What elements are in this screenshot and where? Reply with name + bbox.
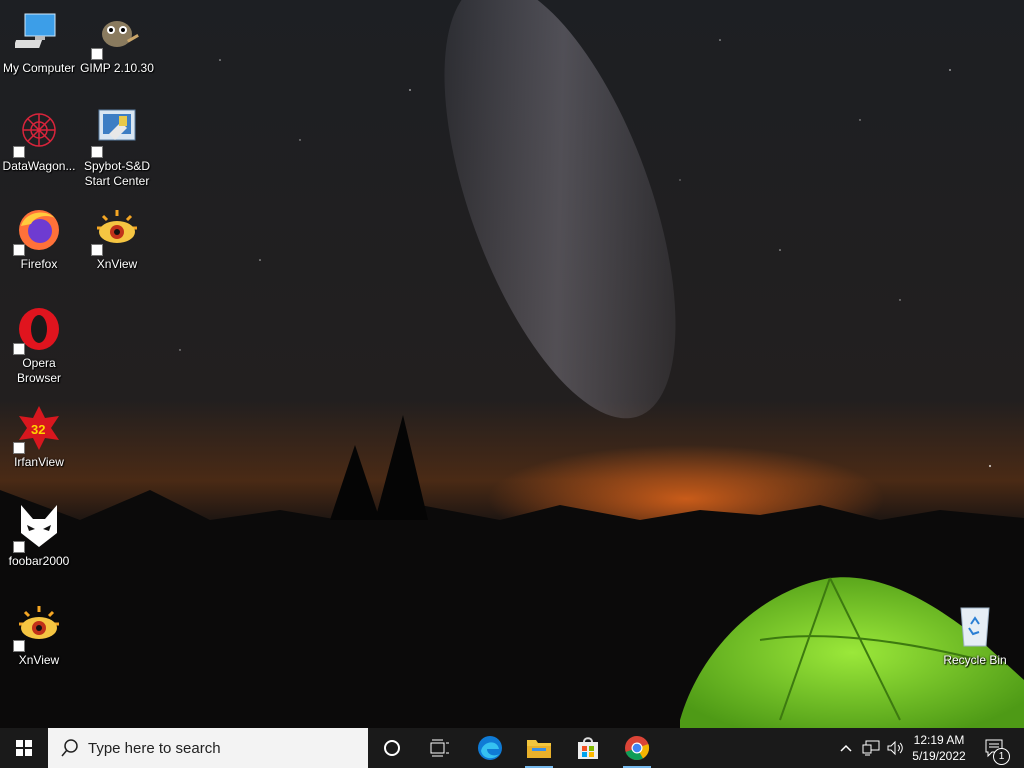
- cortana-button[interactable]: [372, 728, 412, 768]
- taskbar-app-chrome[interactable]: [617, 728, 657, 768]
- xnview-icon: [13, 602, 63, 652]
- chrome-icon: [625, 736, 650, 761]
- desktop-icon-gimp[interactable]: GIMP 2.10.30: [79, 10, 155, 76]
- notification-count-badge: 1: [993, 748, 1010, 765]
- shortcut-arrow-icon: [13, 244, 25, 256]
- volume-tray-button[interactable]: [884, 728, 906, 768]
- recycle-bin-icon: [951, 602, 999, 650]
- desktop-icon-xnview[interactable]: XnView: [79, 206, 155, 272]
- desktop-icon-my-computer[interactable]: My Computer: [1, 10, 77, 76]
- desktop-icon-foobar2000[interactable]: foobar2000: [1, 503, 77, 569]
- desktop-icon-irfanview[interactable]: 32 IrfanView: [1, 404, 77, 470]
- desktop-icon-label: Firefox: [20, 257, 58, 271]
- shortcut-arrow-icon: [13, 442, 25, 454]
- svg-text:32: 32: [31, 422, 45, 437]
- foobar-icon: [13, 503, 63, 553]
- search-placeholder: Type here to search: [88, 739, 221, 757]
- action-center-button[interactable]: 1: [978, 728, 1010, 768]
- speaker-icon: [887, 740, 903, 756]
- shortcut-arrow-icon: [13, 146, 25, 158]
- desktop-icon-spybot[interactable]: Spybot-S&D Start Center: [79, 108, 155, 189]
- shortcut-arrow-icon: [13, 640, 25, 652]
- file-explorer-icon: [527, 740, 551, 758]
- desktop-icon-label: XnView: [18, 653, 60, 667]
- desktop-icon-label: GIMP 2.10.30: [80, 61, 154, 75]
- show-hidden-icons-button[interactable]: [836, 728, 856, 768]
- taskbar: Type here to search 12:19 AM 5/19/2022 1: [0, 728, 1024, 768]
- desktop-icon-datawagon[interactable]: DataWagon...: [1, 108, 77, 174]
- datawagon-icon: [13, 108, 63, 158]
- desktop-icon-xnview-2[interactable]: XnView: [1, 602, 77, 668]
- desktop-icon-firefox[interactable]: Firefox: [1, 206, 77, 272]
- taskbar-search-box[interactable]: Type here to search: [48, 728, 368, 768]
- firefox-icon: [13, 206, 63, 256]
- start-button[interactable]: [0, 728, 48, 768]
- chevron-up-icon: [840, 744, 852, 752]
- store-icon: [578, 737, 598, 759]
- network-icon: [862, 740, 880, 756]
- task-view-icon: [430, 739, 449, 757]
- clock-date: 5/19/2022: [912, 749, 966, 763]
- shortcut-arrow-icon: [91, 48, 103, 60]
- computer-icon: [13, 10, 63, 58]
- desktop-icon-label: Recycle Bin: [943, 653, 1007, 667]
- shortcut-arrow-icon: [13, 541, 25, 553]
- desktop-icon-label: My Computer: [2, 61, 76, 75]
- desktop-icon-label: DataWagon...: [2, 159, 76, 173]
- taskbar-app-store[interactable]: [568, 728, 608, 768]
- task-view-button[interactable]: [420, 728, 460, 768]
- opera-icon: [13, 305, 63, 355]
- cortana-circle-icon: [384, 740, 400, 756]
- desktop: My Computer GIMP 2.10.30 DataWagon... Sp…: [0, 0, 1024, 728]
- shortcut-arrow-icon: [91, 244, 103, 256]
- desktop-icon-label: Spybot-S&D Start Center: [83, 159, 151, 188]
- clock-time: 12:19 AM: [913, 733, 965, 747]
- desktop-icon-label: Opera Browser: [16, 356, 61, 385]
- spybot-icon: [91, 108, 141, 158]
- desktop-icon-label: IrfanView: [14, 455, 64, 469]
- desktop-icon-opera[interactable]: Opera Browser: [1, 305, 77, 386]
- edge-icon: [478, 736, 502, 760]
- xnview-icon: [91, 206, 141, 256]
- search-icon: [61, 739, 78, 757]
- taskbar-app-file-explorer[interactable]: [519, 728, 559, 768]
- desktop-icon-label: XnView: [96, 257, 138, 271]
- desktop-icon-label: foobar2000: [8, 554, 70, 568]
- clock-button[interactable]: 12:19 AM 5/19/2022: [908, 728, 970, 768]
- shortcut-arrow-icon: [13, 343, 25, 355]
- network-tray-button[interactable]: [860, 728, 882, 768]
- gimp-icon: [91, 10, 141, 60]
- taskbar-app-edge[interactable]: [470, 728, 510, 768]
- desktop-icon-recycle-bin[interactable]: Recycle Bin: [937, 602, 1013, 668]
- shortcut-arrow-icon: [91, 146, 103, 158]
- irfanview-icon: 32: [13, 404, 63, 454]
- windows-logo-icon: [16, 740, 32, 756]
